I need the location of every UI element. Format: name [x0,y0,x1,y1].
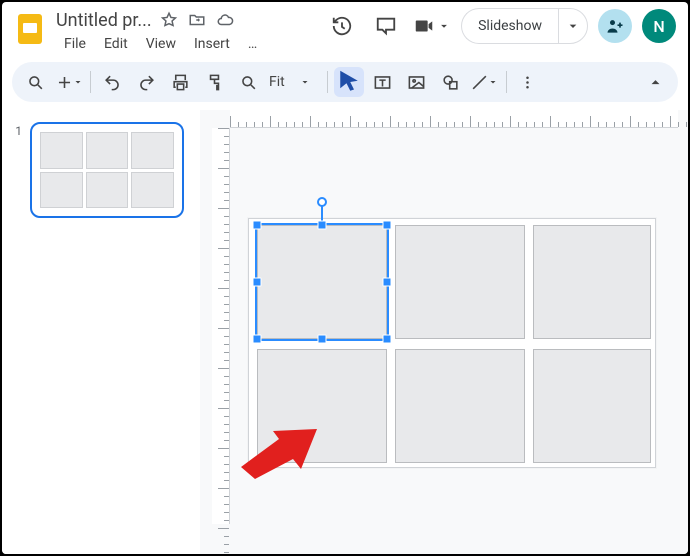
separator [506,71,507,93]
slide[interactable] [248,218,656,468]
menu-more[interactable]: … [240,34,265,54]
menu-view[interactable]: View [138,34,184,54]
collapse-toolbar-button[interactable] [640,67,670,97]
image-tool[interactable] [402,67,432,97]
doc-title[interactable]: Untitled pr... [56,10,152,31]
separator [90,71,91,93]
comments-icon[interactable] [369,9,403,43]
menu-file[interactable]: File [56,34,94,54]
separator [327,71,328,93]
paint-format-button[interactable] [199,67,229,97]
app-icon[interactable] [10,8,50,48]
star-icon[interactable] [158,9,180,31]
meet-button[interactable] [413,15,451,37]
titlebar: Untitled pr... File Edit View Insert … [2,2,688,58]
zoom-dropdown[interactable] [291,67,321,97]
caret-down-icon [437,19,451,33]
slideshow-button[interactable]: Slideshow [461,8,558,44]
shape-tool[interactable] [436,67,466,97]
line-tool[interactable] [470,67,500,97]
new-slide-button[interactable] [54,67,84,97]
placeholder-2[interactable] [395,225,525,339]
share-button[interactable] [598,9,632,43]
placeholder-5[interactable] [395,349,525,463]
more-tools[interactable] [513,67,543,97]
textbox-tool[interactable] [368,67,398,97]
placeholder-3[interactable] [533,225,651,339]
slideshow-more-button[interactable] [558,8,588,44]
slide-thumb-1[interactable]: 1 [12,122,189,218]
search-icon[interactable] [20,67,50,97]
toolbar: Fit [12,62,678,102]
placeholder-1[interactable] [257,225,387,339]
rotation-handle[interactable] [317,197,327,207]
filmstrip[interactable]: 1 [2,110,200,554]
move-folder-icon[interactable] [186,9,208,31]
zoom-level[interactable]: Fit [265,74,289,90]
history-icon[interactable] [325,9,359,43]
slideshow-group: Slideshow [461,8,588,44]
menubar: File Edit View Insert … [56,34,265,54]
print-button[interactable] [165,67,195,97]
select-tool[interactable] [334,67,364,97]
menu-insert[interactable]: Insert [186,34,238,54]
menu-edit[interactable]: Edit [96,34,136,54]
slide-number: 1 [12,122,22,138]
zoom-group: Fit [233,67,321,97]
annotation-arrow-icon [241,419,321,479]
undo-button[interactable] [97,67,127,97]
horizontal-ruler [230,110,678,128]
redo-button[interactable] [131,67,161,97]
cloud-saved-icon[interactable] [214,9,236,31]
workspace: 1 [2,110,688,554]
account-avatar[interactable]: N [642,9,676,43]
vertical-ruler [212,128,230,524]
canvas[interactable] [200,110,688,554]
zoom-tool-icon[interactable] [233,67,263,97]
placeholder-6[interactable] [533,349,651,463]
rotation-line [321,203,323,225]
app-window: Untitled pr... File Edit View Insert … [2,2,688,554]
